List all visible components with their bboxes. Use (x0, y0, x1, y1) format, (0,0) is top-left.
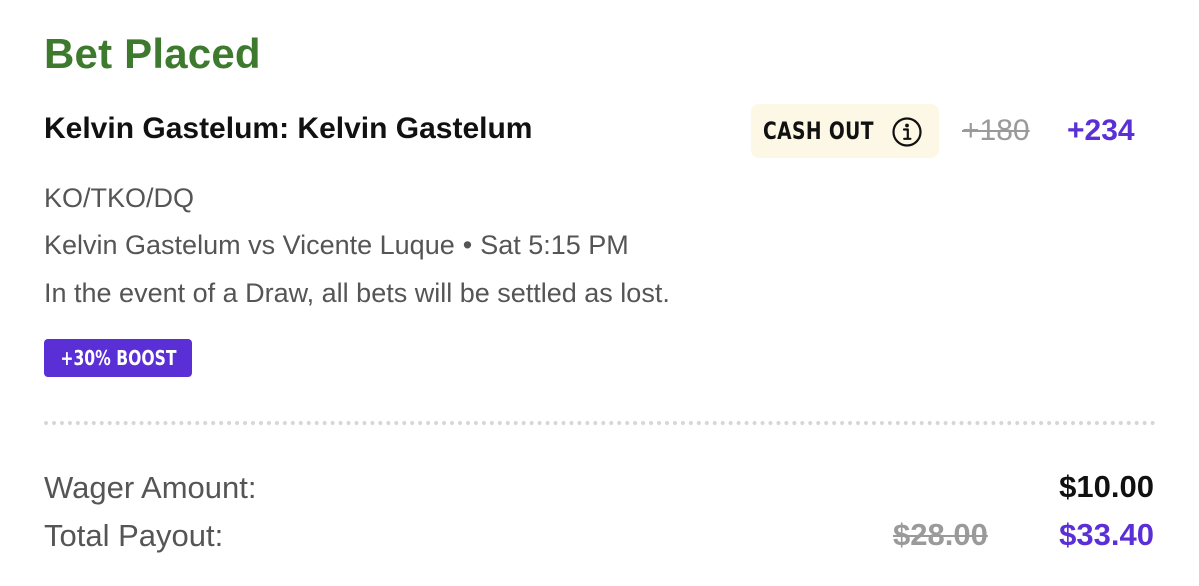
boosted-odds: +234 (1067, 114, 1135, 147)
info-icon[interactable] (891, 116, 923, 148)
original-payout: $28.00 (893, 517, 988, 552)
cash-out-button[interactable]: CASH OUT (751, 104, 939, 158)
dotted-divider (44, 421, 1156, 425)
event-start-time: Sat 5:15 PM (480, 230, 629, 260)
market-type: KO/TKO/DQ (44, 183, 195, 213)
draw-rule-note: In the event of a Draw, all bets will be… (44, 278, 670, 308)
boost-badge: +30% BOOST (44, 339, 192, 377)
bet-receipt: Bet Placed Kelvin Gastelum: Kelvin Gaste… (0, 0, 1199, 586)
original-odds: +180 (962, 114, 1030, 147)
bet-selection-title: Kelvin Gastelum: Kelvin Gastelum (44, 112, 533, 145)
event-matchup: Kelvin Gastelum vs Vicente Luque (44, 230, 455, 260)
wager-amount-label: Wager Amount: (44, 470, 257, 505)
event-info: Kelvin Gastelum vs Vicente Luque • Sat 5:1… (44, 230, 629, 261)
cash-out-label: CASH OUT (763, 117, 874, 145)
wager-amount-value: $10.00 (1059, 469, 1154, 504)
bet-status-title: Bet Placed (44, 30, 261, 77)
separator-dot: • (462, 230, 473, 260)
total-payout-label: Total Payout: (44, 518, 224, 553)
boosted-payout: $33.40 (1059, 517, 1154, 552)
boost-label: +30% BOOST (59, 346, 177, 370)
